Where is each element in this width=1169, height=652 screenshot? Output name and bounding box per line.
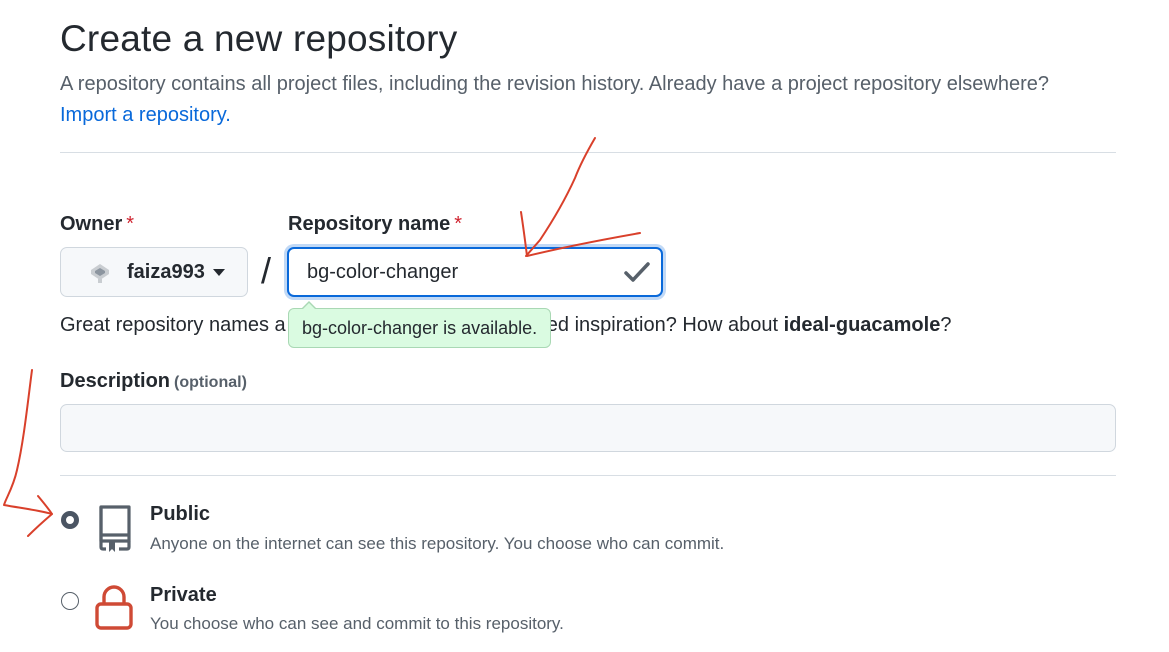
- check-icon: [624, 262, 650, 282]
- required-mark: *: [454, 213, 463, 235]
- annotation-arrow-public-head: [27, 495, 53, 537]
- create-repo-page: Create a new repository A repository con…: [0, 0, 1169, 652]
- annotation-arrow-repo-name: [525, 137, 596, 257]
- page-subtitle: A repository contains all project files,…: [60, 69, 1130, 131]
- public-description: Anyone on the internet can see this repo…: [150, 534, 725, 553]
- hint-suffix: ?: [940, 314, 952, 336]
- repo-name-label-text: Repository name: [288, 213, 451, 235]
- annotation-arrow-public: [3, 369, 53, 515]
- page-title: Create a new repository: [60, 18, 458, 59]
- owner-label: Owner *: [60, 213, 134, 236]
- repo-icon: [99, 505, 131, 552]
- owner-label-text: Owner: [60, 213, 123, 235]
- caret-down-icon: [212, 268, 225, 276]
- description-label: Description (optional): [60, 370, 247, 393]
- public-radio[interactable]: [61, 511, 79, 529]
- availability-tooltip: bg-color-changer is available.: [288, 301, 552, 348]
- hint-middle: eed inspiration? How about: [535, 314, 784, 336]
- private-radio[interactable]: [61, 592, 79, 610]
- private-title: Private: [150, 584, 217, 606]
- description-label-text: Description: [60, 370, 171, 392]
- private-description: You choose who can see and commit to thi…: [150, 614, 564, 633]
- owner-repo-separator: /: [261, 250, 272, 291]
- owner-name: faiza993: [127, 260, 205, 283]
- lock-icon: [95, 585, 133, 630]
- optional-tag: (optional): [174, 374, 247, 391]
- repo-name-label: Repository name *: [288, 213, 462, 236]
- divider: [60, 152, 1116, 153]
- suggested-name[interactable]: ideal-guacamole: [784, 314, 941, 336]
- divider: [60, 475, 1116, 476]
- public-title: Public: [150, 503, 211, 525]
- hint-prefix: Great repository names a: [60, 314, 286, 336]
- required-mark: *: [126, 213, 135, 235]
- avatar-icon: [91, 264, 109, 283]
- description-input[interactable]: [60, 404, 1116, 452]
- repo-name-input[interactable]: [287, 247, 663, 297]
- owner-select-button[interactable]: faiza993: [60, 247, 248, 297]
- subtitle-text: A repository contains all project files,…: [60, 73, 1050, 95]
- import-repository-link[interactable]: Import a repository.: [60, 104, 231, 126]
